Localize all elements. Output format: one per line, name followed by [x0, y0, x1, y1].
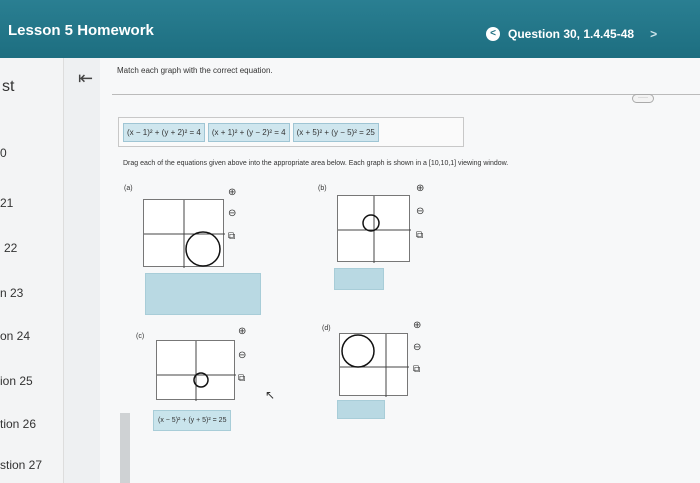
sidebar-item[interactable]: st — [2, 78, 14, 96]
zoom-in-icon[interactable]: ⊕ — [238, 326, 246, 337]
graph-b-plot — [338, 196, 411, 263]
graph-d-label: (d) — [322, 325, 331, 332]
drop-zone-b[interactable] — [334, 268, 384, 290]
graph-c-label: (c) — [136, 333, 145, 340]
sidebar-item[interactable]: 0 — [0, 146, 7, 160]
drop-zone-d[interactable] — [337, 400, 385, 419]
drop-zone-a[interactable] — [145, 273, 261, 315]
cursor-icon: ↖ — [265, 388, 276, 402]
graph-c — [156, 340, 236, 401]
zoom-in-icon[interactable]: ⊕ — [416, 183, 424, 194]
question-sidebar: st 0 21 22 n 23 on 24 ion 25 tion 26 sti… — [0, 58, 64, 483]
equation-chip[interactable]: (x + 1)² + (y − 2)² = 4 — [207, 122, 290, 142]
collapse-left-icon[interactable]: ⇤ — [78, 68, 93, 89]
graph-a-label: (a) — [124, 185, 133, 192]
sidebar-item[interactable]: n 23 — [0, 286, 23, 300]
popout-icon[interactable]: ⧉ — [228, 231, 235, 242]
zoom-out-icon[interactable]: ⊖ — [228, 208, 236, 219]
equation-chip[interactable]: (x − 1)² + (y + 2)² = 4 — [123, 122, 205, 142]
sidebar-item[interactable]: on 24 — [0, 329, 30, 343]
circle-curve — [341, 334, 375, 368]
question-label: Question 30, 1.4.45-48 — [508, 27, 635, 41]
graph-b — [337, 195, 411, 263]
zoom-out-icon[interactable]: ⊖ — [416, 206, 424, 217]
circle-curve — [185, 231, 221, 267]
next-question-button[interactable]: > — [650, 27, 657, 41]
graph-b-label: (b) — [318, 185, 327, 192]
scroll-strip[interactable] — [120, 413, 130, 483]
sidebar-item[interactable]: tion 26 — [0, 417, 36, 431]
graph-a — [143, 199, 225, 268]
graph-d-plot — [340, 334, 409, 397]
lesson-title: Lesson 5 Homework — [8, 22, 154, 39]
zoom-out-icon[interactable]: ⊖ — [238, 350, 246, 361]
sidebar-item[interactable]: ion 25 — [0, 374, 33, 388]
sidebar-item[interactable]: 21 — [0, 196, 13, 210]
zoom-in-icon[interactable]: ⊕ — [413, 320, 421, 331]
prompt-text: Match each graph with the correct equati… — [117, 66, 273, 75]
instructions-text: Drag each of the equations given above i… — [123, 160, 509, 167]
equation-bank: (x − 1)² + (y + 2)² = 4 (x + 1)² + (y − … — [118, 117, 464, 147]
circle-curve — [362, 214, 380, 232]
popout-icon[interactable]: ⧉ — [238, 373, 245, 384]
top-bar: Lesson 5 Homework < Question 30, 1.4.45-… — [0, 0, 700, 58]
equation-chip[interactable]: (x + 5)² + (y − 5)² = 25 — [292, 122, 379, 142]
graph-c-plot — [157, 341, 236, 401]
sidebar-item[interactable]: stion 27 — [0, 458, 42, 472]
zoom-out-icon[interactable]: ⊖ — [413, 342, 421, 353]
divider — [112, 94, 700, 95]
sidebar-item[interactable]: 22 — [4, 241, 17, 255]
question-nav: < Question 30, 1.4.45-48 > — [486, 27, 657, 41]
popout-icon[interactable]: ⧉ — [413, 364, 420, 375]
popout-icon[interactable]: ⧉ — [416, 230, 423, 241]
dropped-equation[interactable]: (x − 5)² + (y + 5)² = 25 — [153, 410, 232, 431]
prev-question-button[interactable]: < — [486, 27, 500, 41]
zoom-in-icon[interactable]: ⊕ — [228, 187, 236, 198]
graph-a-plot — [144, 200, 225, 268]
more-options-button[interactable]: ····· — [632, 94, 654, 103]
graph-d — [339, 333, 409, 397]
